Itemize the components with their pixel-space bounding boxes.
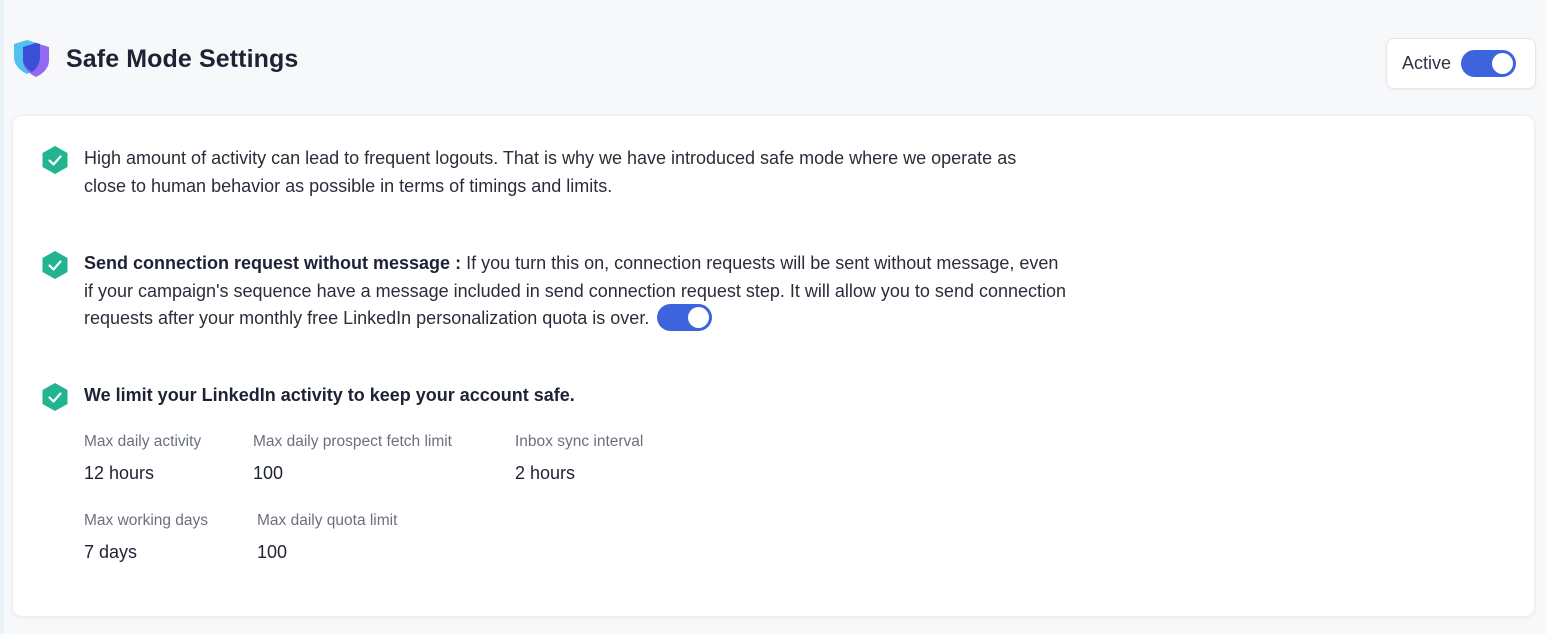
left-edge-strip	[0, 0, 4, 634]
stat-value-daily-quota-limit: 100	[257, 542, 288, 562]
stat-value-max-daily-activity: 12 hours	[84, 463, 155, 483]
toggle-knob	[688, 306, 710, 328]
limits-heading: We limit your LinkedIn activity to keep …	[84, 385, 575, 405]
active-status-box: Active	[1386, 38, 1536, 89]
page-title: Safe Mode Settings	[66, 44, 299, 73]
connection-without-message-toggle[interactable]	[657, 303, 713, 331]
active-label: Active	[1402, 53, 1452, 73]
stat-label-inbox-sync-interval: Inbox sync interval	[515, 433, 644, 450]
page-header: Safe Mode Settings	[10, 38, 298, 80]
check-badge-icon	[42, 251, 68, 279]
check-badge-icon	[42, 383, 68, 411]
safe-mode-active-toggle[interactable]	[1461, 50, 1517, 77]
shield-icon	[14, 40, 49, 77]
connection-request-setting: Send connection request without message …	[84, 250, 1069, 333]
stat-value-prospect-fetch-limit: 100	[253, 463, 284, 483]
intro-text: High amount of activity can lead to freq…	[84, 148, 1017, 196]
safe-mode-page: Safe Mode Settings Active High amount of…	[0, 0, 1546, 634]
stat-label-max-daily-activity: Max daily activity	[84, 433, 202, 450]
stat-label-prospect-fetch-limit: Max daily prospect fetch limit	[253, 433, 452, 450]
toggle-knob	[1492, 53, 1514, 74]
stat-label-max-working-days: Max working days	[84, 512, 209, 529]
stat-value-max-working-days: 7 days	[84, 542, 138, 562]
stat-label-daily-quota-limit: Max daily quota limit	[257, 512, 398, 529]
settings-card: High amount of activity can lead to freq…	[12, 115, 1535, 617]
stat-value-inbox-sync-interval: 2 hours	[515, 463, 576, 483]
check-badge-icon	[42, 146, 68, 174]
connection-request-title: Send connection request without message …	[84, 253, 462, 273]
